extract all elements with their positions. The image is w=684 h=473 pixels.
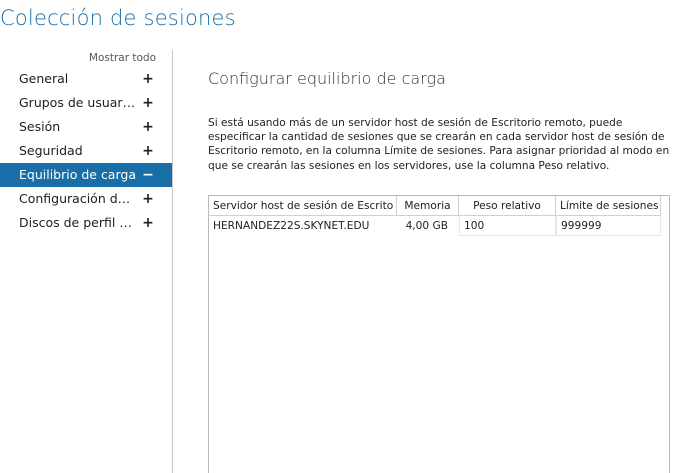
load-balancing-grid: Servidor host de sesión de Escrito Memor… xyxy=(208,195,670,473)
sidebar-item-load-balancing[interactable]: Equilibrio de carga − xyxy=(0,163,172,187)
sidebar: Mostrar todo General + Grupos de usuario… xyxy=(0,50,172,473)
memory-cell: 4,00 GB xyxy=(405,220,448,232)
pane-divider xyxy=(172,50,173,473)
sidebar-item-label: General xyxy=(19,71,69,86)
column-header-relative-weight[interactable]: Peso relativo xyxy=(459,196,556,216)
table-row[interactable]: HERNANDEZ22S.SKYNET.EDU 4,00 GB 100 9999… xyxy=(209,216,669,236)
sidebar-item-label: Seguridad xyxy=(19,143,83,158)
show-all-link[interactable]: Mostrar todo xyxy=(89,52,156,64)
sidebar-nav: General + Grupos de usuarios + Sesión + … xyxy=(0,67,172,235)
sidebar-item-label: Discos de perfil de... xyxy=(19,215,137,230)
column-header-server[interactable]: Servidor host de sesión de Escrito xyxy=(209,196,397,216)
sidebar-item-configuration[interactable]: Configuración de... + xyxy=(0,187,172,211)
sidebar-item-label: Equilibrio de carga xyxy=(19,167,136,182)
expand-icon: + xyxy=(142,119,154,135)
grid-header: Servidor host de sesión de Escrito Memor… xyxy=(209,196,669,216)
sidebar-item-session[interactable]: Sesión + xyxy=(0,115,172,139)
sidebar-item-general[interactable]: General + xyxy=(0,67,172,91)
expand-icon: + xyxy=(142,191,154,207)
sidebar-item-label: Grupos de usuarios xyxy=(19,95,137,110)
collapse-icon: − xyxy=(142,167,154,183)
section-title: Configurar equilibrio de carga xyxy=(208,69,446,88)
session-limit-input[interactable]: 999999 xyxy=(556,216,661,236)
sidebar-item-label: Sesión xyxy=(19,119,61,134)
server-name-cell: HERNANDEZ22S.SKYNET.EDU xyxy=(213,220,370,232)
relative-weight-input[interactable]: 100 xyxy=(459,216,556,236)
window-title: Colección de sesiones xyxy=(0,6,236,30)
sidebar-item-profile-disks[interactable]: Discos de perfil de... + xyxy=(0,211,172,235)
expand-icon: + xyxy=(142,143,154,159)
sidebar-item-user-groups[interactable]: Grupos de usuarios + xyxy=(0,91,172,115)
column-header-session-limit[interactable]: Límite de sesiones xyxy=(556,196,661,216)
expand-icon: + xyxy=(142,95,154,111)
expand-icon: + xyxy=(142,71,154,87)
sidebar-item-security[interactable]: Seguridad + xyxy=(0,139,172,163)
sidebar-item-label: Configuración de... xyxy=(19,191,137,206)
section-description: Si está usando más de un servidor host d… xyxy=(208,117,670,172)
column-header-memory[interactable]: Memoria xyxy=(397,196,459,216)
expand-icon: + xyxy=(142,215,154,231)
